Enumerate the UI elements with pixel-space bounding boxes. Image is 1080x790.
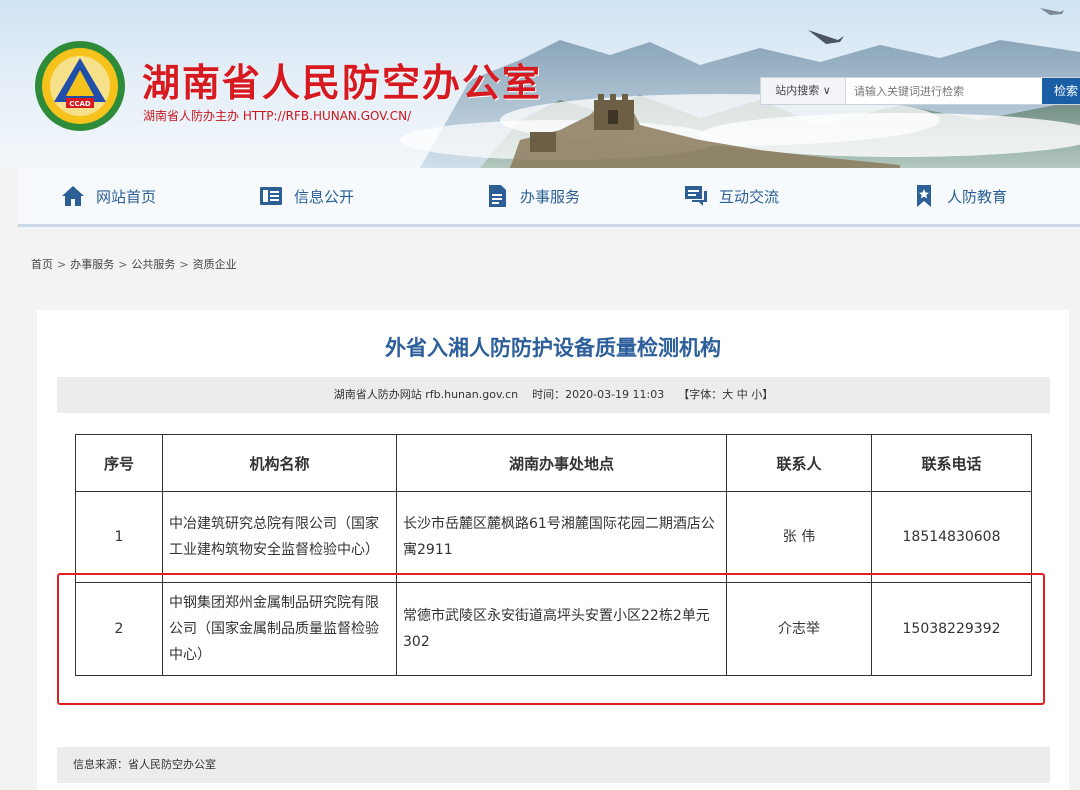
breadcrumb-separator: >: [179, 258, 189, 271]
search-button[interactable]: 检索: [1042, 78, 1080, 104]
nav-label: 人防教育: [947, 187, 1008, 206]
breadcrumb-services[interactable]: 办事服务: [70, 258, 114, 271]
cell-contact: 介志举: [726, 582, 872, 676]
cell-phone: 15038229392: [871, 582, 1032, 676]
font-medium-link[interactable]: 中: [737, 388, 748, 401]
article-title: 外省入湘人防防护设备质量检测机构: [385, 336, 721, 360]
nav-item-home[interactable]: 网站首页: [60, 168, 156, 224]
header-org-name: 机构名称: [162, 434, 397, 492]
ccad-logo: CCAD: [35, 41, 125, 131]
cell-contact: 张 伟: [726, 491, 872, 583]
nav-label: 办事服务: [520, 187, 581, 206]
nav-item-services[interactable]: 办事服务: [484, 168, 580, 224]
table-row: 1 中冶建筑研究总院有限公司（国家工业建构筑物安全监督检验中心） 长沙市岳麓区麓…: [75, 491, 1032, 583]
cell-phone: 18514830608: [871, 491, 1032, 583]
logo-text: CCAD: [69, 100, 91, 108]
list-icon: [260, 187, 282, 205]
header-office-location: 湖南办事处地点: [396, 434, 727, 492]
nav-label: 信息公开: [294, 187, 355, 206]
site-search: 站内搜索 ∨ 检索: [760, 77, 1080, 105]
site-banner: CCAD 湖南省人民防空办公室 湖南省人防办主办 HTTP://RFB.HUNA…: [0, 0, 1080, 168]
cell-office-location: 常德市武陵区永安街道高坪头安置小区22栋2单元302: [396, 582, 727, 676]
organization-table: 序号 机构名称 湖南办事处地点 联系人 联系电话 1 中冶建筑研究总院有限公司（…: [75, 434, 1032, 676]
nav-label: 网站首页: [96, 187, 157, 206]
breadcrumb-qualified-companies[interactable]: 资质企业: [193, 258, 237, 271]
breadcrumb: 首页 > 办事服务 > 公共服务 > 资质企业: [31, 256, 237, 272]
header-phone: 联系电话: [871, 434, 1032, 492]
nav-item-interaction[interactable]: 互动交流: [683, 168, 779, 224]
table-header-row: 序号 机构名称 湖南办事处地点 联系人 联系电话: [75, 434, 1032, 492]
site-title: 湖南省人民防空办公室: [142, 61, 543, 105]
article-source: 湖南省人防办网站 rfb.hunan.gov.cn: [333, 388, 519, 401]
cell-org-name: 中冶建筑研究总院有限公司（国家工业建构筑物安全监督检验中心）: [162, 491, 397, 583]
font-size-close: 】: [762, 388, 774, 401]
font-large-link[interactable]: 大: [722, 388, 733, 401]
breadcrumb-separator: >: [57, 258, 67, 271]
article-meta: 湖南省人防办网站 rfb.hunan.gov.cn 时间：2020-03-19 1…: [57, 377, 1050, 413]
breadcrumb-separator: >: [118, 258, 128, 271]
font-size-label: 【字体：: [678, 388, 723, 401]
info-source: 信息来源：省人民防空办公室: [57, 747, 1050, 783]
cell-index: 1: [75, 491, 163, 583]
home-icon: [62, 186, 84, 206]
nav-label: 互动交流: [719, 187, 780, 206]
cell-org-name: 中钢集团郑州金属制品研究院有限公司（国家金属制品质量监督检验中心）: [162, 582, 397, 676]
document-icon: [489, 185, 506, 207]
header-index: 序号: [75, 434, 163, 492]
main-nav: 网站首页 信息公开 办事服务 互动交流 人防教育: [18, 168, 1080, 227]
bookmark-star-icon: [917, 185, 931, 207]
search-input[interactable]: [846, 78, 1042, 104]
article-time: 时间：2020-03-19 11:03: [532, 388, 665, 401]
nav-item-education[interactable]: 人防教育: [911, 168, 1007, 224]
font-small-link[interactable]: 小: [751, 388, 762, 401]
cell-index: 2: [75, 582, 163, 676]
site-subtitle: 湖南省人防办主办 HTTP://RFB.HUNAN.GOV.CN/: [143, 109, 412, 123]
search-scope-dropdown[interactable]: 站内搜索 ∨: [761, 78, 846, 104]
header-contact: 联系人: [726, 434, 872, 492]
nav-item-info[interactable]: 信息公开: [258, 168, 354, 224]
article-card: 外省入湘人防防护设备质量检测机构 湖南省人防办网站 rfb.hunan.gov.…: [37, 310, 1069, 730]
chat-icon: [685, 186, 707, 206]
breadcrumb-public-services[interactable]: 公共服务: [131, 258, 175, 271]
table-row: 2 中钢集团郑州金属制品研究院有限公司（国家金属制品质量监督检验中心） 常德市武…: [75, 582, 1032, 676]
breadcrumb-home[interactable]: 首页: [31, 258, 53, 271]
cell-office-location: 长沙市岳麓区麓枫路61号湘麓国际花园二期酒店公寓2911: [396, 491, 727, 583]
